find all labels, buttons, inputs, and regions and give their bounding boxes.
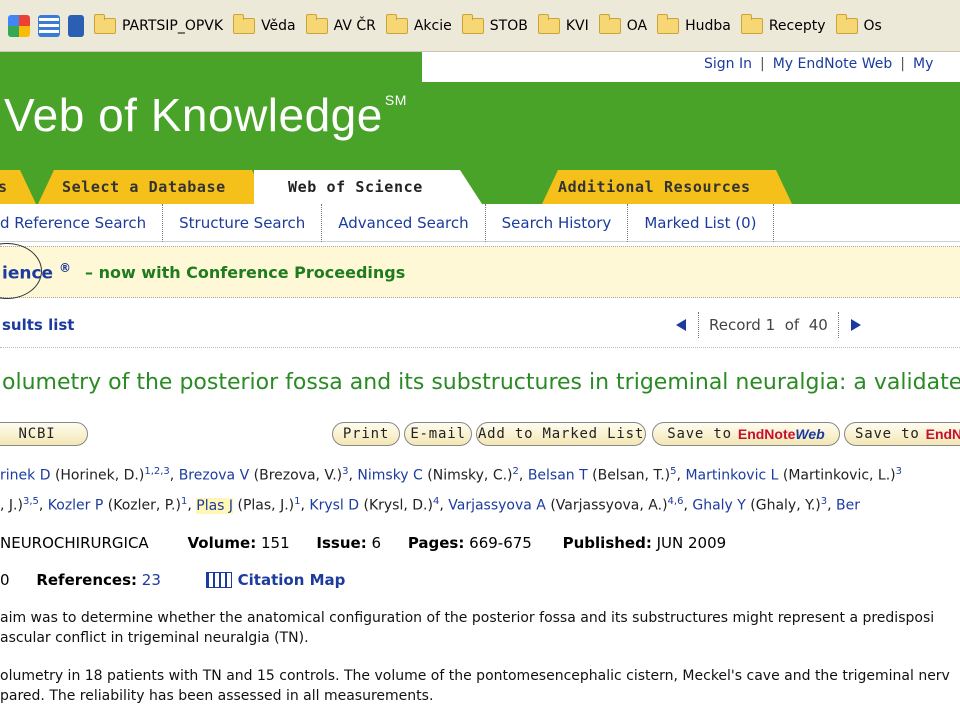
bookmark-folder[interactable]: Recepty [740, 13, 826, 34]
folder-icon [740, 13, 763, 34]
grid-app-icon[interactable] [38, 14, 60, 37]
volume-value: 151 [260, 534, 290, 552]
banner-message: – now with Conference Proceedings [85, 262, 406, 282]
record-pager: Record 1 of 40 [676, 312, 861, 338]
site-logo[interactable]: Veb of Knowledge SM [4, 88, 407, 142]
bookmark-folder[interactable]: OA [598, 13, 647, 34]
author-link[interactable]: Kozler P [48, 498, 104, 514]
tab-additional-resources[interactable]: Additional Resources [542, 170, 792, 204]
author-link[interactable]: Krysl D [309, 498, 359, 514]
nav-search-history[interactable]: Search History [486, 203, 629, 242]
account-links: Sign In | My EndNote Web | My [704, 56, 934, 72]
save-to-endnote-button[interactable]: Save to EndN [844, 422, 960, 446]
email-button[interactable]: E-mail [404, 422, 472, 446]
database-banner: ience ® – now with Conference Proceeding… [0, 243, 960, 299]
notebook-icon[interactable] [68, 14, 84, 37]
folder-icon [461, 13, 484, 34]
nav-structure-search[interactable]: Structure Search [163, 203, 323, 242]
author-link[interactable]: Nimsky C [357, 468, 422, 484]
published-value: JUN 2009 [656, 534, 727, 552]
bookmark-folder[interactable]: Os [835, 13, 882, 34]
folder-icon [598, 13, 621, 34]
folder-icon [305, 13, 328, 34]
author-link[interactable]: Belsan T [528, 468, 588, 484]
tab-select-database[interactable]: Select a Database [38, 170, 268, 204]
folder-icon [233, 13, 256, 34]
print-button[interactable]: Print [332, 422, 400, 446]
author-link[interactable]: Brezova V [179, 468, 249, 484]
bookmark-folder[interactable]: AV ČR [305, 13, 376, 34]
nav-advanced-search[interactable]: Advanced Search [322, 203, 486, 242]
bookmark-folder[interactable]: Akcie [385, 13, 452, 34]
ncbi-button[interactable]: NCBI [0, 422, 88, 446]
record-number: Record 1 [709, 316, 776, 334]
add-to-marked-list-button[interactable]: Add to Marked List [476, 422, 646, 446]
bookmark-folder[interactable]: KVI [537, 13, 589, 34]
annotation-oval [0, 243, 42, 299]
folder-icon [94, 13, 116, 34]
record-total: 40 [808, 316, 828, 334]
back-to-results-link[interactable]: sults list [2, 316, 74, 334]
bookmark-folder[interactable]: Hudba [657, 13, 731, 34]
nav-cited-reference-search[interactable]: d Reference Search [0, 203, 164, 242]
abstract-paragraph-1: aim was to determine whether the anatomi… [0, 610, 935, 646]
sign-in-link[interactable]: Sign In [704, 56, 752, 72]
author-link[interactable]: Ber [836, 498, 860, 514]
bookmark-folder[interactable]: STOB [461, 13, 528, 34]
nav-marked-list[interactable]: Marked List (0) [628, 203, 774, 242]
results-navigation: sults list Record 1 of 40 [0, 302, 960, 348]
folder-icon [835, 13, 858, 34]
times-cited-value: 0 [0, 571, 10, 589]
folder-icon [537, 13, 560, 34]
folder-icon [657, 13, 680, 34]
author-link[interactable]: rinek D [0, 468, 50, 484]
previous-record-icon[interactable] [676, 319, 686, 331]
author-link-highlighted[interactable]: Plas J [196, 497, 234, 514]
source-info: NEUROCHIRURGICA Volume: 151 Issue: 6 Pag… [0, 534, 727, 552]
search-nav: d Reference Search Structure Search Adva… [0, 203, 960, 242]
citation-map-icon [205, 572, 232, 588]
tab-web-of-science[interactable]: Web of Science [254, 170, 482, 204]
my-more-link[interactable]: My [913, 56, 933, 72]
save-to-endnote-web-button[interactable]: Save to EndNote Web [652, 422, 840, 446]
journal-name: NEUROCHIRURGICA [0, 534, 149, 552]
references-info: 0 References: 23 Citation Map [0, 571, 346, 589]
authors-line-2: , J.)3,5, Kozler P (Kozler, P.)1, Plas J… [0, 496, 861, 514]
abstract-paragraph-2: olumetry in 18 patients with TN and 15 c… [0, 668, 950, 704]
bookmarks-bar: PARTSIP_OPVK Věda AV ČR Akcie STOB KVI O… [0, 0, 960, 52]
author-link[interactable]: Varjassyova A [448, 498, 546, 514]
my-endnote-link[interactable]: My EndNote Web [773, 56, 893, 72]
issue-value: 6 [371, 534, 382, 552]
references-link[interactable]: 23 [142, 571, 161, 589]
citation-map-link[interactable]: Citation Map [205, 571, 345, 589]
pages-value: 669-675 [469, 534, 532, 552]
folder-icon [385, 13, 408, 34]
google-icon[interactable] [8, 14, 30, 37]
author-link[interactable]: Martinkovic L [685, 468, 778, 484]
bookmark-folder[interactable]: Věda [233, 13, 296, 34]
author-link[interactable]: Ghaly Y [692, 498, 745, 514]
record-title: olumetry of the posterior fossa and its … [2, 370, 960, 395]
next-record-icon[interactable] [850, 319, 861, 331]
bookmark-folder[interactable]: PARTSIP_OPVK [94, 13, 223, 34]
authors-line-1: rinek D (Horinek, D.)1,2,3, Brezova V (B… [0, 466, 903, 484]
